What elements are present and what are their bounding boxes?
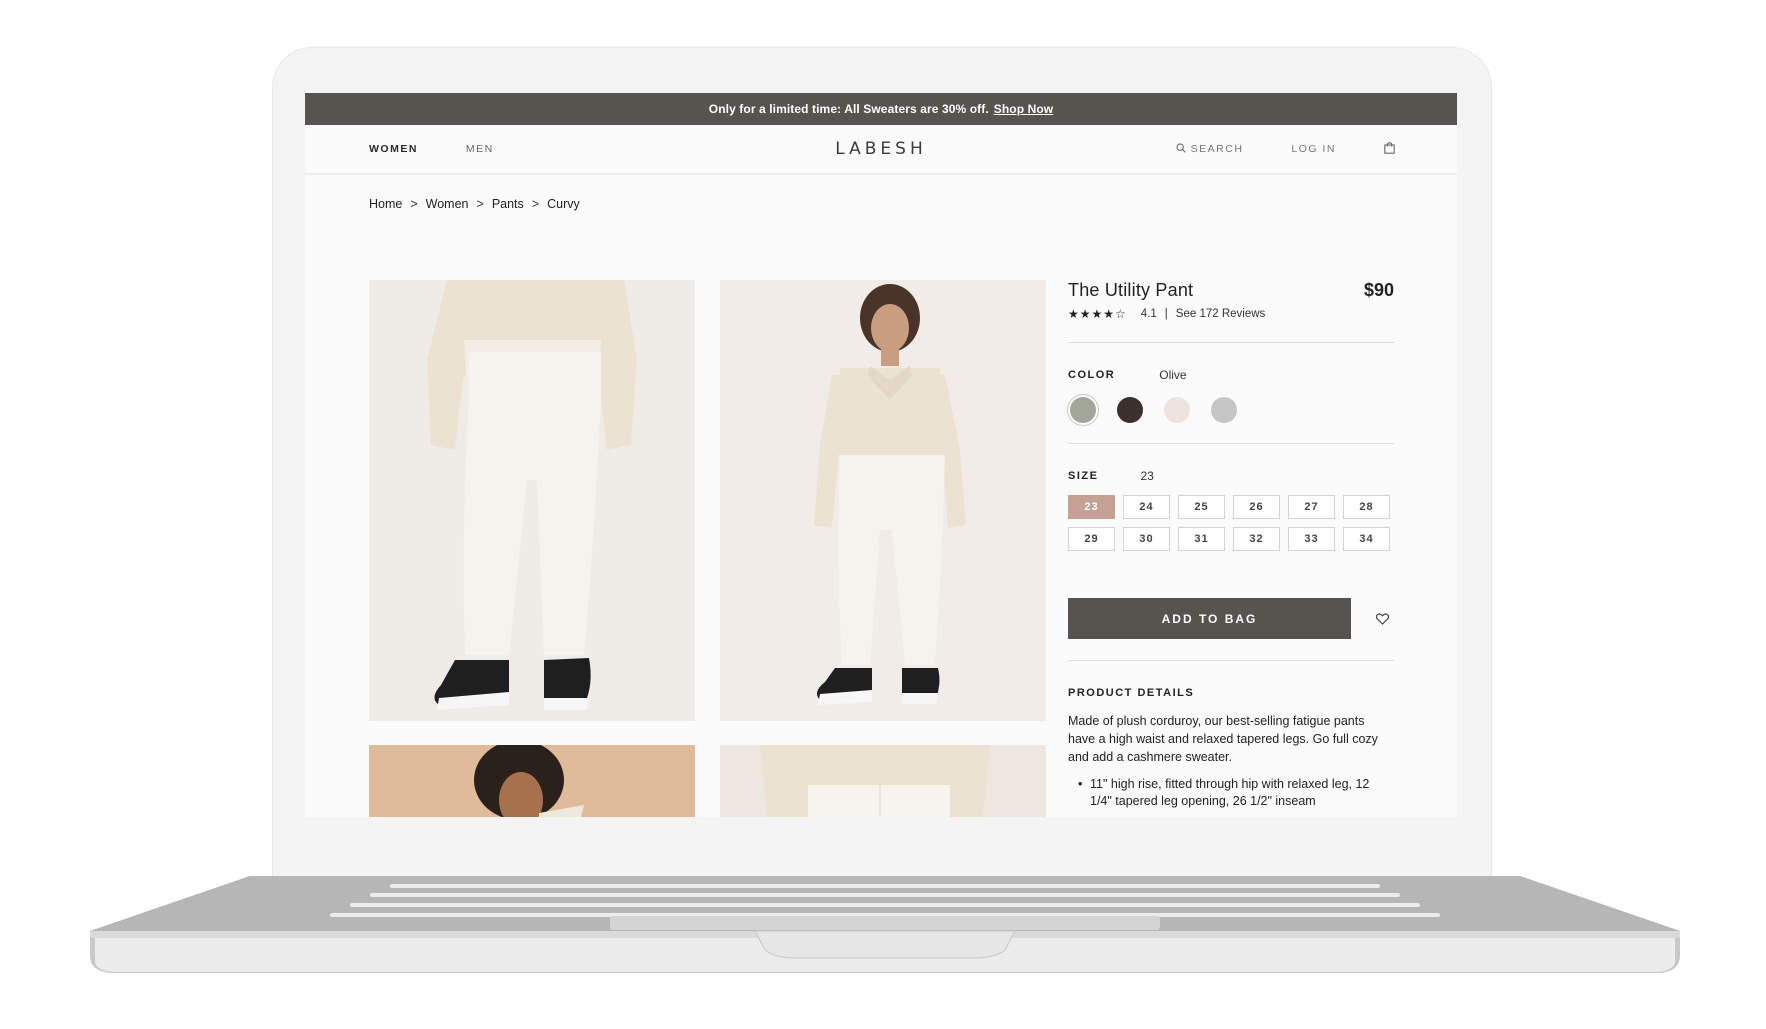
color-label: COLOR: [1068, 369, 1116, 381]
breadcrumb-curvy[interactable]: Curvy: [547, 197, 580, 211]
shop-now-link[interactable]: Shop Now: [994, 102, 1053, 116]
add-to-bag-button[interactable]: ADD TO BAG: [1068, 598, 1351, 639]
size-option-29[interactable]: 29: [1068, 527, 1115, 551]
breadcrumb-separator: >: [476, 197, 484, 211]
product-photo-3[interactable]: [369, 745, 695, 817]
bag-button[interactable]: [1384, 141, 1395, 157]
search-icon: [1176, 142, 1186, 156]
size-option-24[interactable]: 24: [1123, 495, 1170, 519]
breadcrumb-women[interactable]: Women: [426, 197, 469, 211]
product-details-list: 11" high rise, fitted through hip with r…: [1068, 776, 1394, 810]
reviews-link[interactable]: See 172 Reviews: [1176, 308, 1266, 320]
rating-stars: ★★★★☆: [1068, 307, 1127, 321]
size-option-28[interactable]: 28: [1343, 495, 1390, 519]
laptop-base: [90, 876, 1680, 981]
size-grid: 23 24 25 26 27 28 29 30 31 32 33 34: [1068, 495, 1394, 551]
rating-divider: |: [1164, 308, 1168, 320]
product-detail-panel: The Utility Pant $90 ★★★★☆ 4.1 | See 172…: [1068, 280, 1394, 810]
product-title: The Utility Pant: [1068, 280, 1194, 300]
product-price: $90: [1363, 280, 1394, 300]
size-option-26[interactable]: 26: [1233, 495, 1280, 519]
divider: [1068, 342, 1394, 343]
color-swatch-dark-brown[interactable]: [1117, 397, 1143, 423]
login-link[interactable]: LOG IN: [1291, 143, 1336, 155]
breadcrumb-pants[interactable]: Pants: [492, 197, 524, 211]
size-label: SIZE: [1068, 470, 1099, 482]
search-label: SEARCH: [1190, 143, 1244, 155]
breadcrumb-separator: >: [531, 197, 540, 211]
heart-icon[interactable]: [1372, 609, 1392, 629]
selected-size: 23: [1140, 469, 1154, 483]
nav-women[interactable]: WOMEN: [369, 143, 418, 155]
breadcrumb: Home > Women > Pants > Curvy: [369, 197, 580, 211]
breadcrumb-separator: >: [410, 197, 418, 211]
main-nav: WOMEN MEN LABESH SEARCH LOG IN: [305, 125, 1457, 175]
promo-text: Only for a limited time: All Sweaters ar…: [708, 102, 989, 116]
size-option-34[interactable]: 34: [1343, 527, 1390, 551]
search-button[interactable]: SEARCH: [1176, 142, 1244, 156]
product-description: Made of plush corduroy, our best-selling…: [1068, 714, 1378, 764]
selected-color: Olive: [1159, 368, 1187, 382]
breadcrumb-home[interactable]: Home: [369, 197, 402, 211]
color-swatch-gray[interactable]: [1211, 397, 1237, 423]
product-details-title: PRODUCT DETAILS: [1068, 687, 1195, 699]
color-swatch-cream[interactable]: [1164, 397, 1190, 423]
size-option-30[interactable]: 30: [1123, 527, 1170, 551]
size-option-31[interactable]: 31: [1178, 527, 1225, 551]
size-option-32[interactable]: 32: [1233, 527, 1280, 551]
size-option-23[interactable]: 23: [1068, 495, 1115, 519]
color-swatches: [1068, 397, 1394, 423]
size-option-33[interactable]: 33: [1288, 527, 1335, 551]
rating-value: 4.1: [1140, 308, 1157, 320]
product-photo-2[interactable]: [720, 280, 1046, 721]
browser-screen: Only for a limited time: All Sweaters ar…: [305, 93, 1457, 817]
mockup-stage: Only for a limited time: All Sweaters ar…: [0, 0, 1766, 1029]
bag-icon: [1384, 141, 1395, 157]
product-photo-4[interactable]: [720, 745, 1046, 817]
color-swatch-olive[interactable]: [1070, 397, 1096, 423]
list-item: 11" high rise, fitted through hip with r…: [1078, 776, 1394, 810]
divider: [1068, 443, 1394, 444]
divider: [1068, 660, 1394, 661]
size-option-25[interactable]: 25: [1178, 495, 1225, 519]
size-option-27[interactable]: 27: [1288, 495, 1335, 519]
product-photo-1[interactable]: [369, 280, 695, 721]
promo-banner: Only for a limited time: All Sweaters ar…: [305, 93, 1457, 125]
nav-men[interactable]: MEN: [466, 143, 494, 155]
